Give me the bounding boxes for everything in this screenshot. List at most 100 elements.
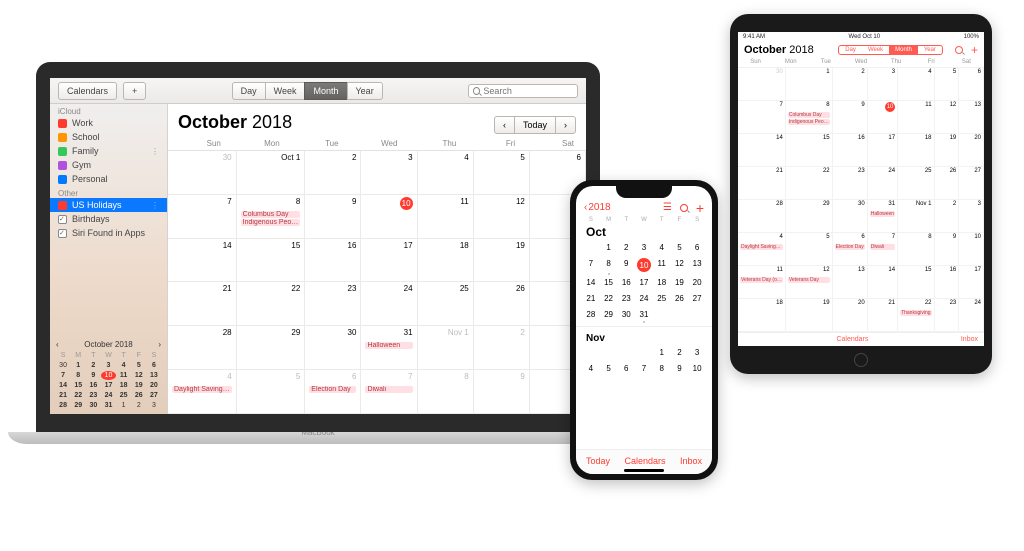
day-cell[interactable]: 18 [418,239,474,283]
add-event-button[interactable]: + [696,203,704,213]
day-cell[interactable]: 6 [688,242,706,253]
day-cell[interactable]: 10 [868,101,898,134]
minical-day[interactable]: 3 [101,361,115,370]
day-cell[interactable]: 27 [959,167,984,200]
minical-day[interactable]: 1 [71,361,85,370]
day-cell[interactable]: 23 [935,299,960,332]
calendars-button[interactable]: Calendars [58,82,117,100]
event-pill[interactable]: Columbus Day [241,211,301,218]
calendars-button[interactable]: Calendars [624,456,665,466]
add-event-button[interactable]: + [971,45,978,55]
day-cell[interactable]: 21 [868,299,898,332]
day-cell[interactable]: 28 [582,309,600,320]
event-pill[interactable]: Daylight Saving… [740,244,783,250]
event-pill[interactable]: Veterans Day [788,277,830,283]
sidebar-item-school[interactable]: School [50,130,167,144]
minical-day[interactable]: 19 [132,381,146,390]
day-cell[interactable]: 19 [935,134,960,167]
minical-day[interactable]: 2 [132,401,146,410]
day-cell[interactable]: 22 [786,167,833,200]
day-cell[interactable]: 22 [237,282,306,326]
day-cell[interactable]: 17 [635,277,653,288]
day-cell[interactable]: 11 [653,258,671,272]
minical-day[interactable]: 31 [101,401,115,410]
day-cell[interactable]: 2 [617,242,635,253]
day-cell[interactable]: 13 [959,101,984,134]
day-cell[interactable]: 6Election Day [833,233,868,266]
day-cell[interactable]: 30 [305,326,361,370]
month-grid[interactable]: 30Oct 12345678Columbus DayIndigenous Peo… [168,151,586,414]
minical-day[interactable]: 28 [56,401,70,410]
minical-prev[interactable]: ‹ [56,340,59,349]
minical-day[interactable]: 1 [117,401,131,410]
view-year[interactable]: Year [918,46,942,54]
minical-day[interactable]: 26 [132,391,146,400]
minical-day[interactable]: 30 [56,361,70,370]
view-week[interactable]: Week [265,82,306,100]
minical-day[interactable]: 17 [101,381,115,390]
view-day[interactable]: Day [839,46,862,54]
day-cell[interactable]: 8 [898,233,934,266]
day-cell[interactable]: 15 [237,239,306,283]
day-cell[interactable]: 8 [653,363,671,374]
day-cell[interactable]: 18 [738,299,786,332]
day-cell[interactable]: 5 [474,151,530,195]
day-cell[interactable]: 14 [738,134,786,167]
day-cell[interactable]: 17 [959,266,984,299]
day-cell[interactable]: 26 [935,167,960,200]
minical-next[interactable]: › [158,340,161,349]
day-cell[interactable]: 5 [935,68,960,101]
day-cell[interactable] [617,347,635,358]
day-cell[interactable]: 28 [738,200,786,233]
day-cell[interactable]: 9 [617,258,635,272]
day-cell[interactable]: 12 [935,101,960,134]
today-button[interactable]: Today [514,116,556,134]
minical-day[interactable]: 22 [71,391,85,400]
day-cell[interactable]: 8 [600,258,618,272]
day-cell[interactable]: 24 [635,293,653,304]
day-cell[interactable]: 18 [653,277,671,288]
search-icon[interactable] [680,204,688,212]
sidebar-item-family[interactable]: Family⋮ [50,144,167,158]
day-cell[interactable]: 12Veterans Day [786,266,833,299]
day-cell[interactable]: 5 [237,370,306,414]
day-cell[interactable]: 9 [833,101,868,134]
minical-day[interactable]: 18 [117,381,131,390]
minical-day[interactable]: 30 [86,401,100,410]
day-cell[interactable]: 17 [361,239,417,283]
day-cell[interactable] [582,242,600,253]
day-cell[interactable]: 23 [833,167,868,200]
day-cell[interactable] [671,309,689,320]
search-field[interactable] [468,84,578,98]
day-cell[interactable]: 3 [959,200,984,233]
minical-day[interactable]: 10 [101,371,115,380]
add-button[interactable]: + [123,82,146,100]
day-cell[interactable]: 18 [898,134,934,167]
day-cell[interactable]: Nov 1 [898,200,934,233]
minical-day[interactable]: 7 [56,371,70,380]
today-button[interactable]: Today [586,456,610,466]
day-cell[interactable]: 3 [361,151,417,195]
day-cell[interactable]: 10 [637,258,651,272]
day-cell[interactable]: 7 [168,195,237,239]
day-cell[interactable]: 4Daylight Saving… [168,370,237,414]
minical-day[interactable]: 9 [86,371,100,380]
day-cell[interactable]: 4 [898,68,934,101]
day-cell[interactable]: 26 [474,282,530,326]
day-cell[interactable]: 12 [671,258,689,272]
day-cell[interactable]: 8 [418,370,474,414]
minical-day[interactable]: 3 [147,401,161,410]
view-year[interactable]: Year [347,82,383,100]
day-cell[interactable]: 2 [474,326,530,370]
event-pill[interactable]: Veterans Day (o… [740,277,783,283]
day-cell[interactable]: 10 [959,233,984,266]
month-grid[interactable]: 3012345678Columbus DayIndigenous Peo…910… [738,68,984,332]
day-cell[interactable]: 4 [418,151,474,195]
day-cell[interactable]: 23 [617,293,635,304]
event-pill[interactable]: Diwali [870,244,895,250]
day-cell[interactable] [653,309,671,320]
day-cell[interactable]: 2 [671,347,689,358]
day-cell[interactable]: 31 [635,309,653,320]
view-day[interactable]: Day [232,82,266,100]
day-cell[interactable]: 16 [305,239,361,283]
